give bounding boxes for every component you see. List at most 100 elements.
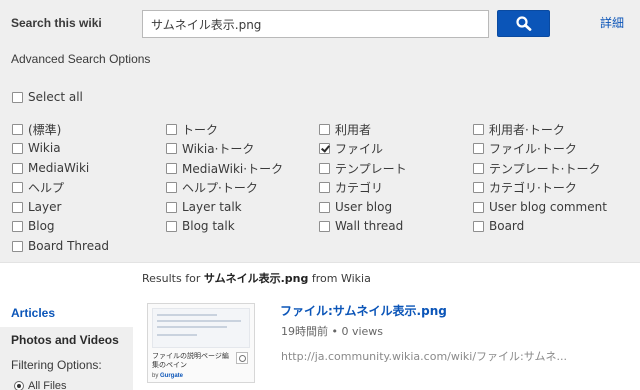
namespace-option[interactable]: 利用者 (319, 121, 371, 137)
namespace-option[interactable]: Blog talk (166, 218, 235, 234)
namespace-checkbox[interactable] (473, 123, 484, 135)
thumbnail-author-name: Gurgate (160, 373, 184, 379)
namespace-checkbox[interactable] (12, 162, 23, 174)
results-header: Results for サムネイル表示.png from Wikia (142, 270, 371, 286)
namespace-label: Layer talk (182, 200, 242, 214)
thumbnail-author: by Gurgate (152, 373, 183, 379)
namespace-checkbox[interactable] (319, 162, 330, 174)
results-header-query: サムネイル表示.png (203, 272, 309, 285)
namespace-checkbox[interactable] (319, 201, 330, 213)
namespace-label: Board Thread (28, 239, 110, 253)
namespace-label: User blog (335, 200, 393, 214)
namespace-checkbox[interactable] (473, 220, 484, 232)
namespace-option[interactable]: Blog (12, 218, 55, 234)
namespace-label: Blog (28, 219, 55, 233)
advanced-options-title: Advanced Search Options (11, 52, 151, 66)
namespace-label: ヘルプ·トーク (182, 180, 258, 195)
result-title-link[interactable]: ファイル:サムネイル表示.png (280, 302, 447, 319)
search-button[interactable] (497, 10, 550, 37)
namespace-option[interactable]: MediaWiki·トーク (166, 160, 283, 176)
magnify-icon (236, 352, 248, 364)
namespace-checkbox[interactable] (166, 162, 177, 174)
select-all-label: Select all (28, 90, 83, 104)
namespace-checkbox[interactable] (12, 142, 23, 154)
results-header-suffix: from Wikia (308, 272, 371, 285)
namespace-option[interactable]: Wikia (12, 140, 61, 156)
namespace-checkbox[interactable] (319, 181, 330, 193)
namespace-label: カテゴリ (335, 180, 384, 195)
sidebar-item-articles[interactable]: Articles (11, 306, 55, 320)
namespace-checkbox[interactable] (166, 201, 177, 213)
namespace-option[interactable]: ヘルプ·トーク (166, 179, 258, 195)
namespace-option[interactable]: Layer (12, 199, 61, 215)
namespace-option[interactable]: Board (473, 218, 524, 234)
thumbnail-caption: ファイルの説明ページ編集のペイン (152, 352, 229, 369)
radio-all-files-label: All Files (28, 380, 67, 390)
radio-button[interactable] (14, 381, 24, 390)
namespace-checkbox[interactable] (319, 220, 330, 232)
namespace-option[interactable]: Layer talk (166, 199, 242, 215)
namespace-checkbox[interactable] (12, 201, 23, 213)
namespace-label: MediaWiki·トーク (182, 161, 284, 176)
namespace-label: テンプレート·トーク (489, 161, 601, 176)
namespace-label: ファイル·トーク (489, 141, 577, 156)
sidebar-item-photos-videos[interactable]: Photos and Videos (11, 333, 119, 347)
namespace-checkbox[interactable] (473, 181, 484, 193)
namespace-checkbox[interactable] (319, 142, 330, 154)
namespace-label: User blog comment (489, 200, 607, 214)
namespace-option[interactable]: カテゴリ (319, 179, 383, 195)
namespace-option[interactable]: MediaWiki (12, 160, 89, 176)
advanced-search-link[interactable]: 詳細 (600, 14, 624, 31)
namespace-option[interactable]: カテゴリ·トーク (473, 179, 577, 195)
namespace-label: ファイル (335, 141, 384, 156)
namespace-option[interactable]: テンプレート·トーク (473, 160, 600, 176)
namespace-checkbox[interactable] (12, 123, 23, 135)
radio-all-files[interactable]: All Files (14, 380, 67, 390)
search-icon (515, 15, 531, 31)
namespace-checkbox[interactable] (166, 142, 177, 154)
search-input[interactable] (142, 10, 489, 38)
namespace-option[interactable]: Wall thread (319, 218, 403, 234)
namespace-label: (標準) (28, 122, 62, 137)
namespace-option[interactable]: Wikia·トーク (166, 140, 254, 156)
namespace-checkbox[interactable] (12, 220, 23, 232)
namespace-checkbox[interactable] (12, 240, 23, 252)
namespace-option[interactable]: User blog comment (473, 199, 607, 215)
namespace-option[interactable]: (標準) (12, 121, 61, 137)
namespace-option[interactable]: ファイル (319, 140, 383, 156)
namespace-option[interactable]: ヘルプ (12, 179, 64, 195)
results-header-prefix: Results for (142, 272, 204, 285)
namespace-label: Wikia·トーク (182, 141, 255, 156)
select-all-option[interactable]: Select all (12, 89, 83, 105)
namespace-option[interactable]: ファイル·トーク (473, 140, 577, 156)
result-thumbnail[interactable]: ファイルの説明ページ編集のペイン by Gurgate (147, 303, 255, 383)
namespace-checkbox[interactable] (473, 142, 484, 154)
namespace-label: Board (489, 219, 525, 233)
namespace-label: ヘルプ (28, 180, 65, 195)
namespace-checkbox[interactable] (12, 181, 23, 193)
namespace-checkbox[interactable] (473, 201, 484, 213)
results-sidebar: Articles Photos and Videos Filtering Opt… (0, 300, 133, 390)
namespace-label: テンプレート (335, 161, 407, 176)
namespace-option[interactable]: トーク (166, 121, 218, 137)
search-panel: Search this wiki 詳細 Advanced Search Opti… (0, 0, 640, 263)
namespace-label: 利用者 (335, 122, 372, 137)
namespace-label: MediaWiki (28, 161, 90, 175)
namespace-option[interactable]: 利用者·トーク (473, 121, 565, 137)
namespace-checkbox[interactable] (319, 123, 330, 135)
namespace-checkbox[interactable] (166, 123, 177, 135)
namespace-label: 利用者·トーク (489, 122, 565, 137)
thumbnail-author-prefix: by (152, 373, 161, 379)
namespace-label: Wikia (28, 141, 61, 155)
thumbnail-preview (152, 308, 250, 348)
namespace-option[interactable]: User blog (319, 199, 392, 215)
namespace-label: トーク (182, 122, 219, 137)
search-title: Search this wiki (11, 16, 102, 30)
namespace-label: カテゴリ·トーク (489, 180, 577, 195)
namespace-checkbox[interactable] (473, 162, 484, 174)
namespace-checkbox[interactable] (166, 220, 177, 232)
namespace-option[interactable]: Board Thread (12, 238, 109, 254)
select-all-checkbox[interactable] (12, 91, 23, 103)
namespace-checkbox[interactable] (166, 181, 177, 193)
namespace-option[interactable]: テンプレート (319, 160, 407, 176)
